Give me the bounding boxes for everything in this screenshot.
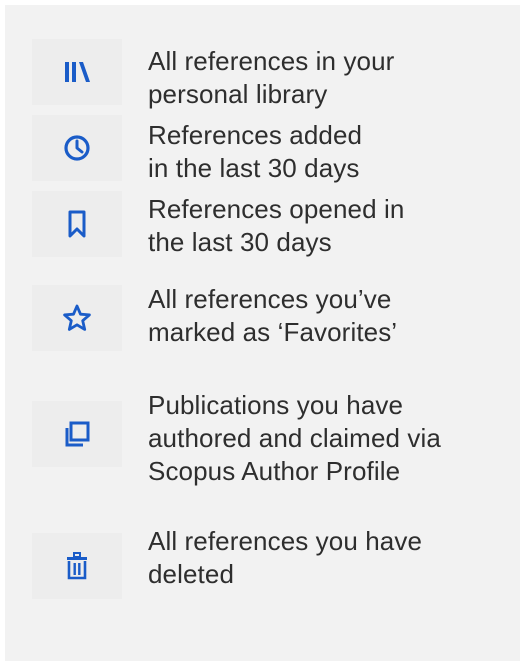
legend-item-label: References added in the last 30 days bbox=[148, 120, 363, 183]
icon-tile bbox=[32, 533, 122, 599]
legend-item-label: References opened in the last 30 days bbox=[148, 194, 405, 257]
legend-item-label: All references in your personal library bbox=[148, 46, 395, 109]
trash-icon bbox=[67, 552, 87, 580]
legend-item-label: All references you have deleted bbox=[148, 526, 423, 589]
documents-icon bbox=[65, 421, 90, 447]
icon-tile bbox=[32, 115, 122, 181]
legend-item-label: Publications you have authored and claim… bbox=[148, 390, 441, 486]
icon-tile bbox=[32, 191, 122, 257]
icon-tile bbox=[32, 285, 122, 351]
clock-icon bbox=[64, 135, 90, 161]
star-icon bbox=[63, 304, 91, 331]
bookmark-icon bbox=[68, 210, 86, 238]
legend-panel: All references in your personal library … bbox=[5, 5, 520, 661]
legend-item-label: All references you’ve marked as ‘Favorit… bbox=[148, 284, 398, 347]
icon-tile bbox=[32, 401, 122, 467]
icon-tile bbox=[32, 39, 122, 105]
library-icon bbox=[65, 62, 90, 82]
